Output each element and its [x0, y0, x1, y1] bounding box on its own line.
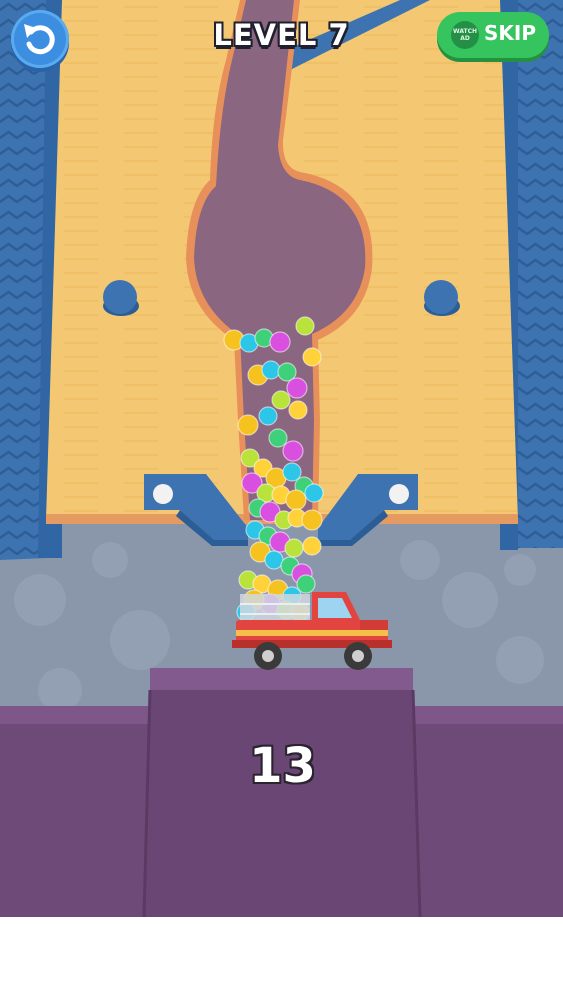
game-viewport[interactable]: LEVEL 7 WATCH AD SKIP 13: [0, 0, 563, 917]
ball: [302, 536, 322, 556]
ball: [258, 406, 278, 426]
ball: [285, 489, 307, 511]
ball: [301, 509, 323, 531]
ball: [282, 440, 304, 462]
ball: [286, 377, 308, 399]
ball: [296, 574, 316, 594]
ball: [264, 550, 284, 570]
ball: [284, 538, 304, 558]
ball: [261, 360, 281, 380]
ball: [237, 414, 259, 436]
ball: [295, 316, 315, 336]
ball: [271, 390, 291, 410]
watch-ad-icon: WATCH AD: [451, 21, 479, 49]
skip-level-button[interactable]: WATCH AD SKIP: [437, 12, 549, 58]
ball: [304, 483, 324, 503]
ball: [288, 400, 308, 420]
skip-label: SKIP: [484, 21, 537, 45]
ball: [302, 347, 322, 367]
ball: [269, 331, 291, 353]
ball: [268, 428, 288, 448]
truck-ball-count: 13: [249, 738, 316, 794]
